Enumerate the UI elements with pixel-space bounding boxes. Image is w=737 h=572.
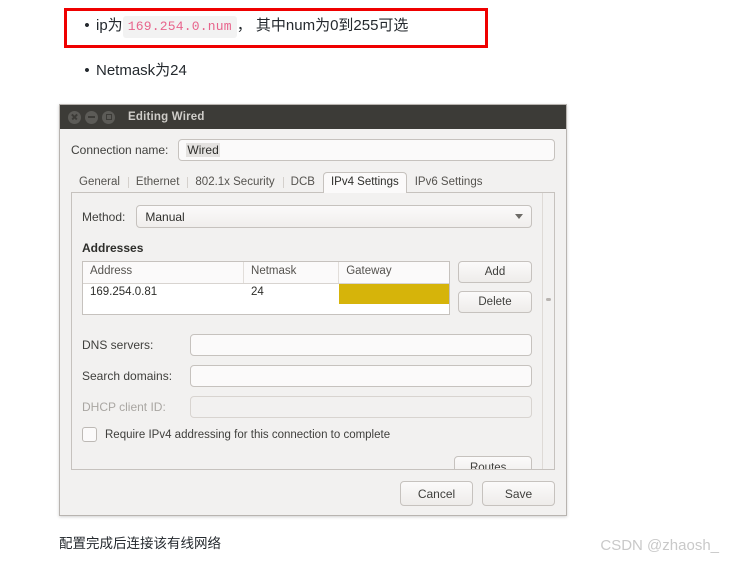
- inline-code-ip: 169.254.0.num: [122, 16, 237, 39]
- connection-name-row: Connection name: Wired: [71, 139, 555, 161]
- maximize-icon[interactable]: [102, 110, 115, 124]
- panel-scrollbar[interactable]: [542, 193, 554, 469]
- editing-wired-dialog: Editing Wired Connection name: Wired Gen…: [59, 104, 567, 516]
- column-header-gateway: Gateway: [346, 265, 392, 277]
- tab-ethernet[interactable]: Ethernet: [127, 172, 187, 192]
- search-domains-input[interactable]: [190, 365, 532, 387]
- cancel-button[interactable]: Cancel: [400, 481, 473, 506]
- tab-ipv6-settings[interactable]: IPv6 Settings: [407, 172, 491, 192]
- note-ip-prefix: ip为: [96, 17, 123, 34]
- ipv4-settings-content: Method: Manual Addresses Address Netmask…: [72, 193, 542, 469]
- ipv4-settings-panel: Method: Manual Addresses Address Netmask…: [71, 192, 555, 470]
- column-header-address: Address: [83, 262, 245, 283]
- csdn-watermark: CSDN @zhaosh_: [600, 537, 719, 554]
- cell-gateway[interactable]: [339, 284, 449, 304]
- note-ip-suffix: ， 其中num为0到255可选: [236, 17, 409, 34]
- search-domains-row: Search domains:: [82, 365, 532, 387]
- addresses-area: Address Netmask Gateway 169.254.0.81 24 …: [82, 261, 532, 321]
- delete-button[interactable]: Delete: [458, 291, 532, 313]
- save-button[interactable]: Save: [482, 481, 555, 506]
- settings-tabs: General Ethernet 802.1x Security DCB IPv…: [71, 170, 555, 193]
- connection-name-label: Connection name:: [71, 143, 169, 157]
- connection-name-value: Wired: [186, 143, 220, 157]
- addresses-table-header: Address Netmask Gateway: [83, 262, 449, 284]
- method-row: Method: Manual: [82, 205, 532, 228]
- require-ipv4-checkbox[interactable]: [82, 427, 97, 442]
- dhcp-client-id-input: [190, 396, 532, 418]
- tab-ipv4-settings[interactable]: IPv4 Settings: [322, 172, 407, 193]
- dialog-body: Connection name: Wired General Ethernet …: [60, 129, 566, 515]
- add-button[interactable]: Add: [458, 261, 532, 283]
- connection-name-input[interactable]: Wired: [178, 139, 555, 161]
- tab-general[interactable]: General: [71, 172, 128, 192]
- minimize-icon[interactable]: [85, 110, 98, 124]
- addresses-heading: Addresses: [82, 241, 144, 255]
- routes-row: Routes...: [82, 456, 532, 469]
- bullet-icon: •: [84, 62, 90, 79]
- tab-8021x-security[interactable]: 802.1x Security: [187, 172, 282, 192]
- dialog-titlebar[interactable]: Editing Wired: [60, 105, 566, 129]
- close-icon[interactable]: [68, 110, 81, 124]
- note-netmask-text: Netmask为24: [96, 62, 187, 79]
- tab-dcb[interactable]: DCB: [282, 172, 323, 192]
- method-select[interactable]: Manual: [136, 205, 532, 228]
- dhcp-client-id-row: DHCP client ID:: [82, 396, 532, 418]
- column-header-netmask: Netmask: [244, 262, 340, 283]
- cell-netmask[interactable]: 24: [244, 284, 339, 304]
- chevron-down-icon: [515, 214, 523, 219]
- dns-servers-input[interactable]: [190, 334, 532, 356]
- window-title: Editing Wired: [128, 111, 205, 123]
- dns-servers-label: DNS servers:: [82, 338, 154, 352]
- note-netmask-line: • Netmask为24: [78, 60, 187, 81]
- routes-button[interactable]: Routes...: [454, 456, 532, 469]
- table-row[interactable]: 169.254.0.81 24: [83, 284, 449, 304]
- require-ipv4-row[interactable]: Require IPv4 addressing for this connect…: [82, 427, 532, 442]
- dialog-footer: Cancel Save: [391, 481, 555, 506]
- addresses-table[interactable]: Address Netmask Gateway 169.254.0.81 24: [82, 261, 450, 315]
- dhcp-client-id-label: DHCP client ID:: [82, 400, 166, 414]
- bullet-icon: •: [84, 17, 90, 34]
- panel-scrollbar-thumb[interactable]: [546, 297, 551, 301]
- note-ip-line: • ip为 169.254.0.num ， 其中num为0到255可选: [78, 15, 409, 39]
- dns-servers-row: DNS servers:: [82, 334, 532, 356]
- require-ipv4-label: Require IPv4 addressing for this connect…: [105, 428, 391, 441]
- caption-text: 配置完成后连接该有线网络: [59, 536, 221, 551]
- addresses-buttons: Add Delete: [458, 261, 532, 321]
- cell-address[interactable]: 169.254.0.81: [83, 284, 244, 304]
- method-value: Manual: [145, 209, 185, 224]
- method-label: Method:: [82, 209, 126, 224]
- search-domains-label: Search domains:: [82, 369, 173, 383]
